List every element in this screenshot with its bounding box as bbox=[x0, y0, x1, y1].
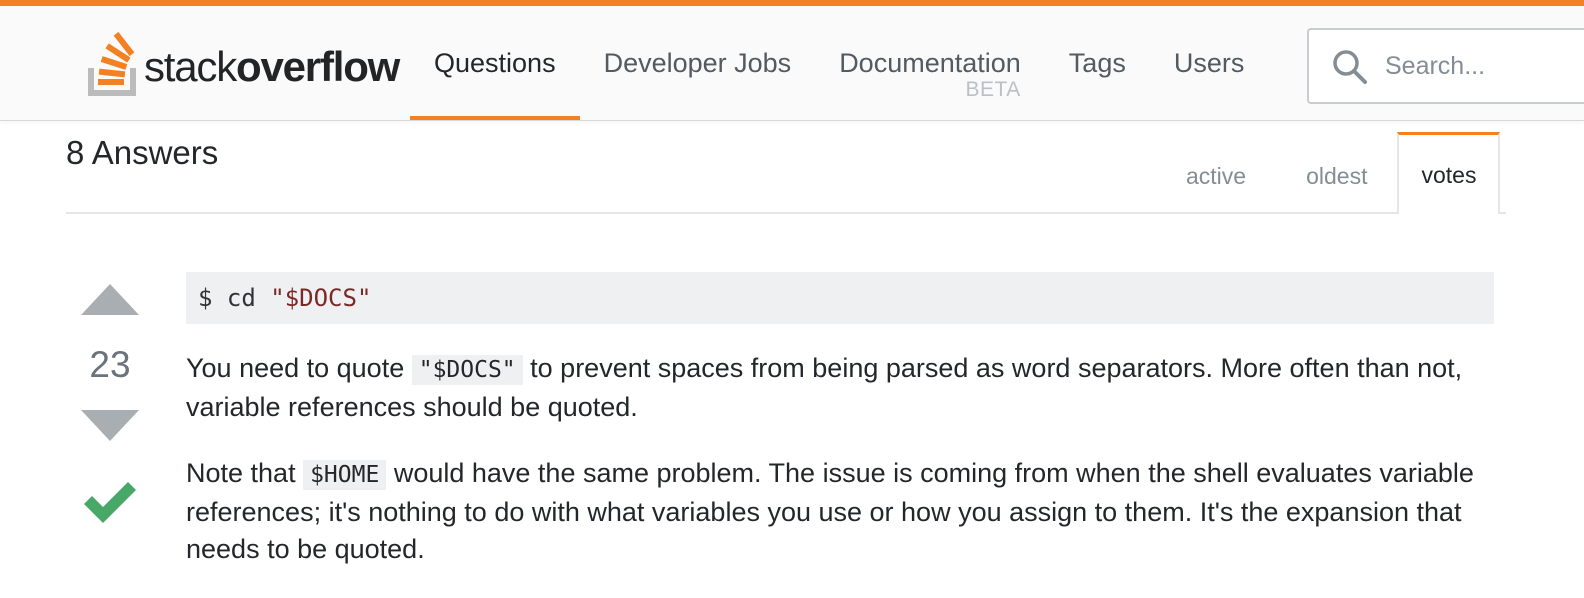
vote-up-arrow-icon[interactable] bbox=[81, 284, 139, 315]
nav-users-label: Users bbox=[1173, 48, 1245, 78]
inline-code: $HOME bbox=[303, 460, 387, 490]
answer-paragraph: Note that $HOME would have the same prob… bbox=[186, 455, 1494, 568]
nav-questions-label: Questions bbox=[434, 48, 556, 78]
beta-badge: BETA bbox=[965, 78, 1021, 101]
nav-documentation-label: Documentation bbox=[839, 48, 1021, 78]
paragraph-text: Note that bbox=[186, 458, 304, 488]
tab-oldest[interactable]: oldest bbox=[1276, 132, 1397, 214]
paragraph-text: You need to quote bbox=[186, 353, 412, 383]
top-bar: stackoverflow Questions Developer Jobs D… bbox=[0, 0, 1584, 120]
nav-tags-label: Tags bbox=[1068, 48, 1126, 78]
code-string: "$DOCS" bbox=[270, 284, 372, 312]
nav-tags[interactable]: Tags bbox=[1045, 6, 1150, 120]
inline-code: "$DOCS" bbox=[411, 355, 523, 385]
answer-body: $ cd "$DOCS" You need to quote "$DOCS" t… bbox=[186, 272, 1494, 568]
nav-users[interactable]: Users bbox=[1150, 6, 1269, 120]
answers-count-heading: 8 Answers bbox=[66, 134, 219, 171]
search-box bbox=[1307, 28, 1584, 104]
answer-paragraph: You need to quote "$DOCS" to prevent spa… bbox=[186, 350, 1494, 426]
site-logo[interactable]: stackoverflow bbox=[86, 32, 400, 96]
accepted-checkmark-icon bbox=[84, 482, 136, 523]
nav-documentation[interactable]: Documentation BETA bbox=[815, 6, 1045, 120]
tab-votes[interactable]: votes bbox=[1397, 132, 1501, 214]
logo-text-light: stack bbox=[144, 43, 237, 90]
nav-developer-jobs-label: Developer Jobs bbox=[603, 48, 792, 78]
nav-developer-jobs[interactable]: Developer Jobs bbox=[580, 6, 816, 120]
code-block: $ cd "$DOCS" bbox=[186, 272, 1494, 324]
code-prompt: $ cd bbox=[198, 284, 271, 312]
answers-header-divider bbox=[66, 212, 1506, 214]
answer-sort-tabs: active oldest votes bbox=[1156, 132, 1501, 214]
logo-text-bold: overflow bbox=[236, 43, 400, 90]
tab-active[interactable]: active bbox=[1156, 132, 1276, 214]
search-icon[interactable] bbox=[1331, 48, 1369, 86]
nav-questions[interactable]: Questions bbox=[410, 6, 580, 120]
search-input[interactable] bbox=[1383, 30, 1584, 102]
vote-count: 23 bbox=[89, 344, 131, 385]
logo-text: stackoverflow bbox=[144, 43, 400, 91]
vote-down-arrow-icon[interactable] bbox=[81, 410, 139, 441]
main-nav: Questions Developer Jobs Documentation B… bbox=[410, 6, 1268, 120]
stack-logo-icon bbox=[88, 32, 136, 96]
